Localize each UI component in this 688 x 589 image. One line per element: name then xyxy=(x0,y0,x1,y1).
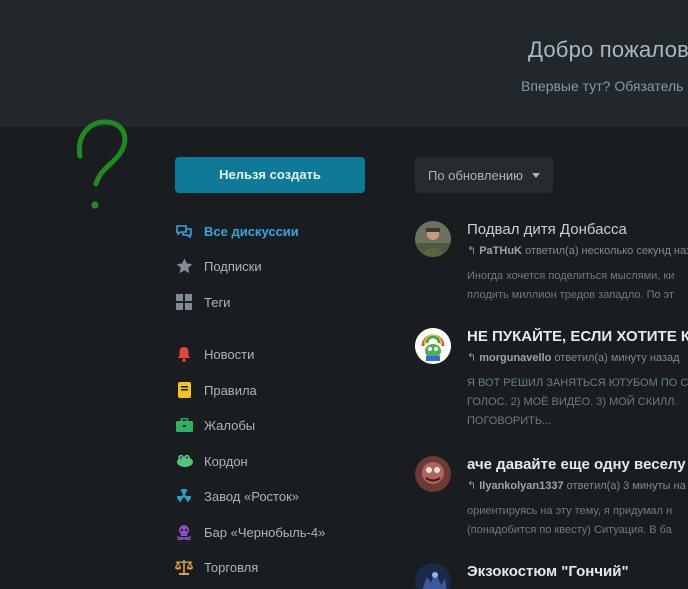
last-reply-text: ответил(а) несколько секунд наз xyxy=(525,245,688,257)
sidebar-item-all-discussions[interactable]: Все дискуссии xyxy=(172,216,372,246)
sort-dropdown[interactable]: По обновлению xyxy=(415,157,553,193)
sidebar-item-bar-chernobyl[interactable]: Бар «Чернобыль-4» xyxy=(172,517,372,547)
discussion-meta: ↰ morgunavello ответил(а) минуту назад xyxy=(467,351,680,364)
sidebar-item-trade[interactable]: Торговля xyxy=(172,552,372,582)
discussion-excerpt: Иногда хочется поделиться мыслями, ки пл… xyxy=(467,267,674,305)
caret-down-icon xyxy=(531,172,540,178)
sidebar-item-label: Торговля xyxy=(204,559,259,575)
excerpt-line: плодить миллион тредов западло. По эт xyxy=(467,289,675,301)
sidebar-item-label: Теги xyxy=(204,294,231,310)
sidebar-item-rostok-factory[interactable]: Завод «Росток» xyxy=(172,481,372,511)
last-reply-text: ответил(а) 3 минуты на xyxy=(566,480,686,492)
discussion-title[interactable]: Подвал дитя Донбасса xyxy=(467,221,627,238)
last-reply-text: ответил(а) минуту назад xyxy=(554,352,680,364)
discussion-item[interactable]: НЕ ПУКАЙТЕ, ЕСЛИ ХОТИТЕ К ↰ morgunavello … xyxy=(415,328,688,438)
reply-icon: ↰ xyxy=(467,480,477,492)
discussion-item[interactable]: Экзокостюм "Гончий" xyxy=(415,563,688,589)
discussion-item[interactable]: Подвал дитя Донбасса ↰ PaTHuK ответил(а) … xyxy=(415,221,688,311)
discussion-meta: ↰ PaTHuK ответил(а) несколько секунд наз xyxy=(467,244,688,257)
question-mark-logo[interactable] xyxy=(70,112,140,216)
sidebar-item-label: Все дискуссии xyxy=(204,223,299,239)
sidebar-item-label: Кордон xyxy=(204,453,248,469)
discussion-title[interactable]: Экзокостюм "Гончий" xyxy=(467,563,629,580)
reply-icon: ↰ xyxy=(467,245,477,257)
sidebar-item-label: Жалобы xyxy=(204,417,256,433)
hero-title: Добро пожалов xyxy=(528,37,688,62)
sidebar-item-news[interactable]: Новости xyxy=(172,339,372,369)
hero-banner: Добро пожалов Впервые тут? Обязатель xyxy=(0,0,688,127)
discussion-excerpt: ориентируясь на эту тему, я придумал н (… xyxy=(467,502,672,540)
reply-icon: ↰ xyxy=(467,352,477,364)
start-discussion-button[interactable]: Нельзя создать xyxy=(175,157,365,193)
excerpt-line: ГОЛОС. 2) МОЁ ВИДЕО. 3) МОЙ СКИЛЛ. xyxy=(467,396,678,408)
username[interactable]: PaTHuK xyxy=(479,245,522,257)
username[interactable]: Ilyankolyan1337 xyxy=(479,480,563,492)
bell-icon xyxy=(174,345,194,363)
avatar[interactable] xyxy=(415,221,451,257)
briefcase-icon xyxy=(174,416,194,434)
comments-icon xyxy=(174,222,194,240)
sidebar-item-tags[interactable]: Теги xyxy=(172,287,372,317)
sidebar-item-label: Правила xyxy=(204,382,257,398)
avatar[interactable] xyxy=(415,563,451,589)
scales-icon xyxy=(174,558,194,576)
radiation-icon xyxy=(174,487,194,505)
discussion-title[interactable]: НЕ ПУКАЙТЕ, ЕСЛИ ХОТИТЕ К xyxy=(467,328,688,345)
skull-icon xyxy=(174,523,194,541)
hero-subtitle: Впервые тут? Обязатель xyxy=(521,78,684,94)
username[interactable]: morgunavello xyxy=(479,352,551,364)
sidebar-item-complaints[interactable]: Жалобы xyxy=(172,410,372,440)
book-icon xyxy=(174,381,194,399)
star-icon xyxy=(174,257,194,275)
sidebar-item-rules[interactable]: Правила xyxy=(172,375,372,405)
sidebar-item-label: Завод «Росток» xyxy=(204,488,299,504)
sort-label: По обновлению xyxy=(428,167,523,183)
excerpt-line: Я ВОТ РЕШИЛ ЗАНЯТЬСЯ ЮТУБОМ ПО С xyxy=(467,377,688,389)
excerpt-line: ориентируясь на эту тему, я придумал н xyxy=(467,505,673,517)
avatar[interactable] xyxy=(415,328,451,364)
discussion-title[interactable]: аче давайте еще одну веселу xyxy=(467,456,686,473)
tags-grid-icon xyxy=(174,293,194,311)
sidebar-item-label: Новости xyxy=(204,346,255,362)
sidebar-item-label: Подписки xyxy=(204,258,262,274)
sidebar-item-label: Бар «Чернобыль-4» xyxy=(204,524,326,540)
avatar[interactable] xyxy=(415,456,451,492)
excerpt-line: (понадобится по квесту) Ситуация. В ба xyxy=(467,524,672,536)
discussion-item[interactable]: аче давайте еще одну веселу ↰ Ilyankolyan… xyxy=(415,456,688,546)
excerpt-line: Иногда хочется поделиться мыслями, ки xyxy=(467,270,675,282)
sidebar-item-cordon[interactable]: Кордон xyxy=(172,446,372,476)
frog-icon xyxy=(174,452,194,470)
sidebar-item-subscriptions[interactable]: Подписки xyxy=(172,251,372,281)
discussion-excerpt: Я ВОТ РЕШИЛ ЗАНЯТЬСЯ ЮТУБОМ ПО С ГОЛОС. … xyxy=(467,374,688,431)
excerpt-line: ПОГОВОРИТЬ... xyxy=(467,415,552,427)
discussion-meta: ↰ Ilyankolyan1337 ответил(а) 3 минуты на xyxy=(467,479,686,492)
